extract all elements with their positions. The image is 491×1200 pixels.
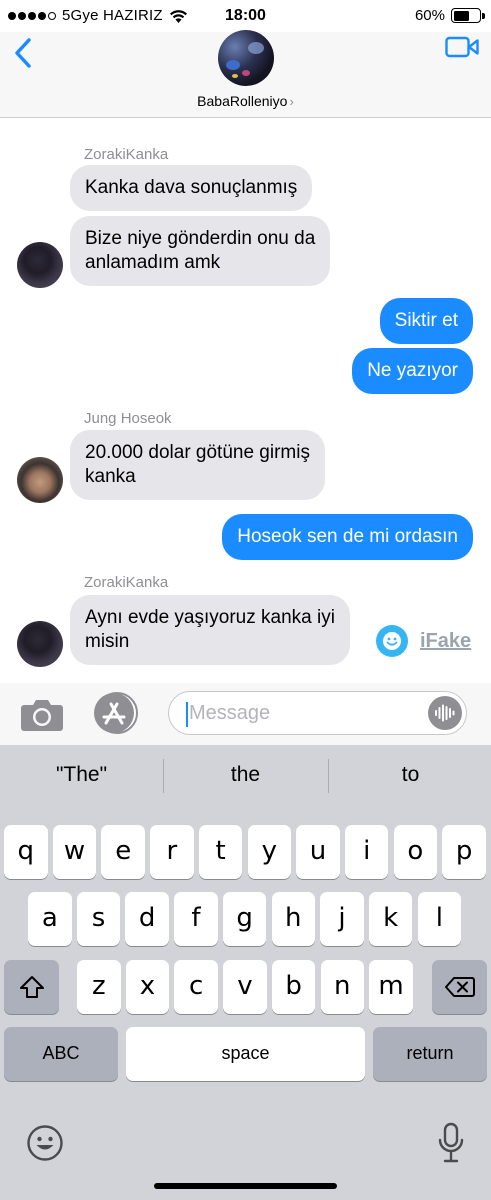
microphone-icon[interactable] [437,1122,465,1164]
key-b[interactable]: b [271,960,316,1014]
key-d[interactable]: d [125,892,169,946]
key-a[interactable]: a [28,892,72,946]
shift-icon [19,975,44,998]
key-q[interactable]: q [4,825,48,879]
delete-key[interactable] [432,960,487,1014]
key-s[interactable]: s [76,892,121,946]
text-caret [186,702,188,727]
key-z[interactable]: z [77,960,121,1014]
sender-avatar[interactable] [17,457,63,503]
sender-avatar[interactable] [17,621,63,667]
space-key[interactable]: space [126,1027,365,1081]
outgoing-message[interactable]: Hoseok sen de mi ordasın [222,514,473,560]
message-text: Ne yazıyor [367,360,458,381]
message-text: misin [85,631,130,652]
message-text: 20.000 dolar götüne girmiş [85,442,310,463]
battery-icon [451,8,485,23]
shift-key[interactable] [4,960,59,1014]
video-camera-icon[interactable] [445,36,479,58]
outgoing-message[interactable]: Siktir et [379,298,473,344]
key-c[interactable]: c [174,960,218,1014]
status-bar: 5Gye HAZIRIZ 18:00 60% [0,0,491,32]
key-k[interactable]: k [368,892,413,946]
message-text: Aynı evde yaşıyoruz kanka iyi [85,607,335,628]
key-j[interactable]: j [320,892,364,946]
sender-name: ZorakiKanka [84,574,169,591]
incoming-message[interactable]: Kanka dava sonuçlanmış [70,165,313,211]
key-w[interactable]: w [52,825,97,879]
contact-name: BabaRolleniyo [197,93,288,109]
contact-avatar[interactable] [218,30,274,86]
keyboard: "The" the to qwertyuiopasdfghjklzxcvbnm … [0,745,491,1200]
suggestion[interactable]: the [164,763,327,787]
predictive-bar: "The" the to [0,745,491,807]
abc-key[interactable]: ABC [4,1027,118,1081]
key-l[interactable]: l [417,892,462,946]
message-text: Siktir et [394,310,458,331]
battery-percent: 60% [414,7,445,24]
key-x[interactable]: x [125,960,170,1014]
message-input[interactable] [189,698,419,728]
outgoing-message[interactable]: Ne yazıyor [352,348,473,394]
home-indicator[interactable] [154,1183,337,1189]
incoming-message[interactable]: Bize niye gönderdin onu da anlamadım amk [70,216,331,286]
key-f[interactable]: f [174,892,218,946]
message-text: Hoseok sen de mi ordasın [237,526,458,547]
message-text: anlamadım amk [85,252,221,273]
conversation-header: BabaRolleniyo › [0,30,491,118]
app-store-icon[interactable] [92,692,142,734]
key-v[interactable]: v [223,960,267,1014]
sender-name: Jung Hoseok [84,410,172,427]
chevron-left-icon[interactable] [12,37,34,69]
key-t[interactable]: t [198,825,243,879]
backspace-icon [444,976,475,997]
contact-name-button[interactable]: BabaRolleniyo › [0,93,491,109]
sender-avatar[interactable] [17,242,63,288]
suggestion[interactable]: to [329,763,491,787]
message-text: kanka [85,466,136,487]
key-e[interactable]: e [101,825,145,879]
emoji-icon[interactable] [26,1124,64,1162]
key-p[interactable]: p [442,825,486,879]
message-composer [0,683,491,745]
key-m[interactable]: m [369,960,413,1014]
suggestion[interactable]: "The" [0,763,163,787]
incoming-message[interactable]: Aynı evde yaşıyoruz kanka iyi misin [70,595,350,665]
return-key[interactable]: return [373,1027,487,1081]
ifake-watermark: iFake [376,625,471,657]
key-u[interactable]: u [296,825,340,879]
key-r[interactable]: r [150,825,194,879]
waveform-icon[interactable] [428,696,462,730]
watermark-text: iFake [420,629,472,652]
incoming-message[interactable]: 20.000 dolar götüne girmiş kanka [70,430,325,500]
sender-name: ZorakiKanka [84,146,169,163]
key-h[interactable]: h [271,892,316,946]
key-o[interactable]: o [393,825,438,879]
key-i[interactable]: i [344,825,389,879]
camera-icon[interactable] [20,696,64,732]
key-g[interactable]: g [222,892,267,946]
message-field[interactable] [168,691,467,735]
smiley-icon [376,625,408,657]
chevron-right-icon: › [289,94,294,109]
message-text: Kanka dava sonuçlanmış [85,177,298,198]
message-text: Bize niye gönderdin onu da [85,228,316,249]
key-y[interactable]: y [247,825,292,879]
key-n[interactable]: n [320,960,365,1014]
